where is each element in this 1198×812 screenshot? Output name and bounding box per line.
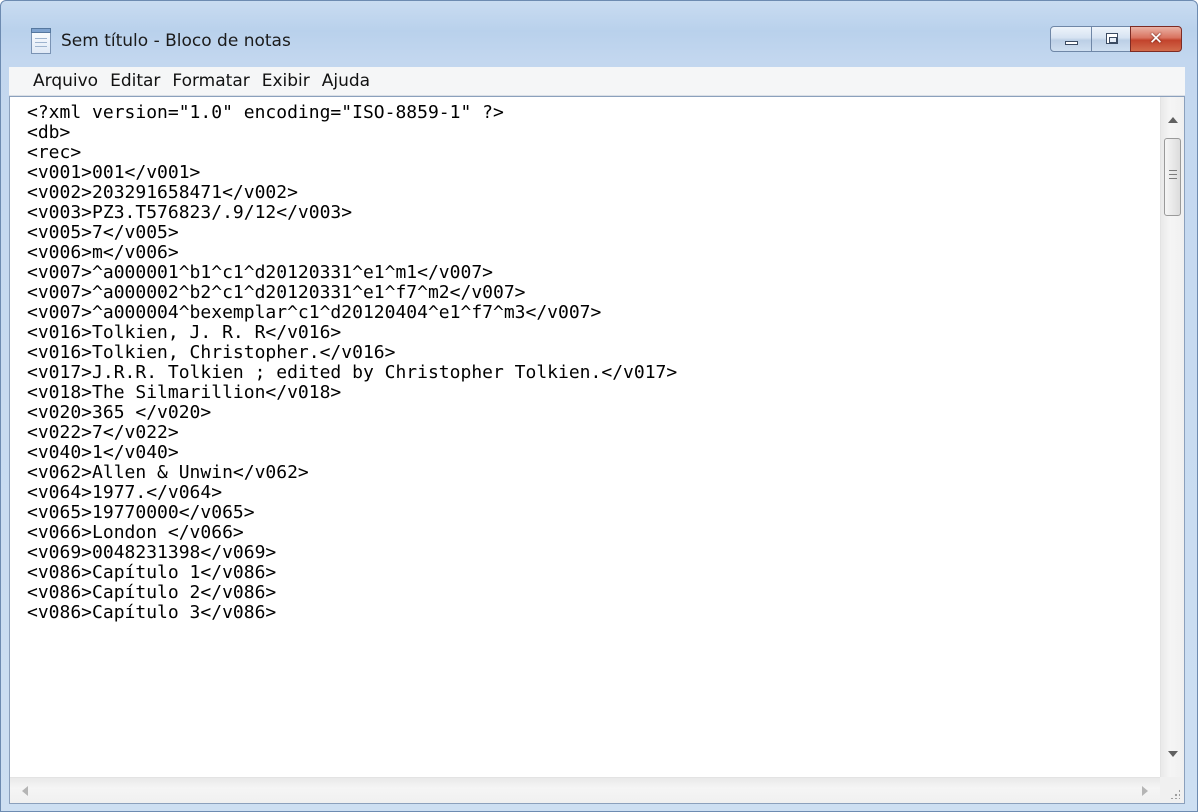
text-line: <v007>^a000001^b1^c1^d20120331^e1^m1</v0… [27,262,493,283]
text-line: <v002>203291658471</v002> [27,182,298,203]
notepad-window: Sem título - Bloco de notas ✕ Arquivo Ed… [0,0,1198,812]
text-line: <v062>Allen & Unwin</v062> [27,462,309,483]
caption-buttons: ✕ [1050,26,1182,52]
vertical-scroll-thumb[interactable] [1164,138,1181,216]
text-editor-frame: <?xml version="1.0" encoding="ISO-8859-1… [9,96,1185,804]
text-line: <v006>m</v006> [27,242,179,263]
close-icon: ✕ [1148,29,1164,49]
menu-bar: Arquivo Editar Formatar Exibir Ajuda [9,67,1185,96]
text-line: <v065>19770000</v065> [27,502,255,523]
text-line: <db> [27,122,71,143]
window-title: Sem título - Bloco de notas [61,31,291,51]
scroll-down-arrow-icon[interactable] [1168,751,1178,757]
text-line: <v086>Capítulo 3</v086> [27,602,277,623]
menu-ajuda[interactable]: Ajuda [316,68,376,94]
text-line: <v016>Tolkien, Christopher.</v016> [27,342,396,363]
title-bar[interactable]: Sem título - Bloco de notas ✕ [1,1,1197,65]
horizontal-scrollbar[interactable] [10,777,1160,803]
text-line: <v020>365 </v020> [27,402,212,423]
maximize-icon [1106,33,1118,44]
vertical-scrollbar[interactable] [1160,97,1184,777]
text-line: <v007>^a000002^b2^c1^d20120331^e1^f7^m2<… [27,282,526,303]
text-line: <v007>^a000004^bexemplar^c1^d20120404^e1… [27,302,602,323]
resize-grip-icon[interactable] [1160,777,1184,803]
text-line: <v003>PZ3.T576823/.9/12</v003> [27,202,353,223]
text-line: <rec> [27,142,82,163]
text-line: <v040>1</v040> [27,442,179,463]
scroll-up-arrow-icon[interactable] [1168,117,1178,123]
grip-line [1169,174,1177,175]
scroll-left-arrow-icon[interactable] [22,786,28,796]
text-line: <v064>1977.</v064> [27,482,223,503]
text-line: <v069>0048231398</v069> [27,542,277,563]
maximize-button[interactable] [1091,26,1131,52]
text-line: <v022>7</v022> [27,422,179,443]
text-line: <v066>London </v066> [27,522,244,543]
text-line: <v086>Capítulo 1</v086> [27,562,277,583]
menu-editar[interactable]: Editar [104,68,166,94]
close-button[interactable]: ✕ [1130,26,1182,52]
menu-arquivo[interactable]: Arquivo [9,68,104,94]
notepad-icon[interactable] [31,28,51,54]
text-line: <v001>001</v001> [27,162,201,183]
text-line: <?xml version="1.0" encoding="ISO-8859-1… [27,102,504,123]
menu-exibir[interactable]: Exibir [256,68,316,94]
minimize-button[interactable] [1050,26,1092,52]
grip-line [1169,178,1177,179]
text-line: <v005>7</v005> [27,222,179,243]
grip-line [1169,170,1177,171]
text-line: <v086>Capítulo 2</v086> [27,582,277,603]
minimize-icon [1065,41,1078,45]
text-line: <v017>J.R.R. Tolkien ; edited by Christo… [27,362,678,383]
menu-formatar[interactable]: Formatar [166,68,255,94]
text-editor[interactable]: <?xml version="1.0" encoding="ISO-8859-1… [10,97,1160,777]
scroll-right-arrow-icon[interactable] [1142,786,1148,796]
text-line: <v018>The Silmarillion</v018> [27,382,342,403]
text-line: <v016>Tolkien, J. R. R</v016> [27,322,342,343]
